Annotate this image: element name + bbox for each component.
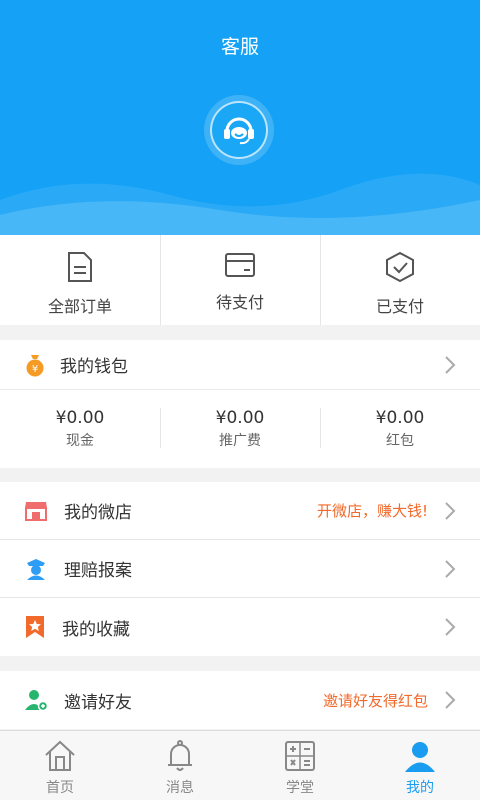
shop-icon <box>25 501 47 521</box>
invite-friends-item[interactable]: 邀请好友 邀请好友得红包 <box>0 671 480 729</box>
chevron-right-icon <box>445 691 456 709</box>
tab-school-label: 学堂 <box>286 780 314 796</box>
my-favorites-item[interactable]: 我的收藏 <box>0 598 480 656</box>
headset-icon <box>224 117 254 145</box>
paid-orders-label: 已支付 <box>375 297 424 316</box>
svg-text:¥: ¥ <box>32 364 38 375</box>
officer-icon <box>27 558 45 580</box>
my-shop-label: 我的微店 <box>64 503 132 523</box>
wallet-section: ¥ 我的钱包 ¥0.00 现金 ¥0.00 推广费 ¥0.00 红包 <box>0 340 480 468</box>
invite-user-icon <box>25 690 48 712</box>
user-icon <box>405 742 435 772</box>
money-bag-icon: ¥ <box>26 354 44 376</box>
claim-report-label: 理赔报案 <box>64 561 132 581</box>
chevron-right-icon <box>445 559 456 578</box>
tab-messages[interactable]: 消息 <box>120 731 240 800</box>
my-shop-hint: 开微店，赚大钱! <box>316 502 428 520</box>
header: 客服 <box>0 0 480 235</box>
pending-payment-label: 待支付 <box>215 293 264 312</box>
invite-friends-hint: 邀请好友得红包 <box>322 691 428 710</box>
order-shortcuts: 全部订单 待支付 已支付 <box>0 235 480 325</box>
chevron-right-icon <box>445 501 456 520</box>
bookmark-star-icon <box>26 616 44 638</box>
cash-caption: 现金 <box>66 432 94 449</box>
cash-amount: ¥0.00 <box>55 407 105 428</box>
promotion-fee-amount: ¥0.00 <box>215 407 265 428</box>
my-shop-item[interactable]: 我的微店 开微店，赚大钱! <box>0 482 480 540</box>
document-icon <box>68 252 92 282</box>
tab-home[interactable]: 首页 <box>0 731 120 800</box>
wave-decoration <box>0 173 480 235</box>
home-icon <box>45 740 75 771</box>
tab-school[interactable]: 学堂 <box>240 731 360 800</box>
wallet-title: 我的钱包 <box>60 357 128 377</box>
tab-mine-label: 我的 <box>406 780 434 796</box>
all-orders-button[interactable]: 全部订单 <box>0 235 160 325</box>
chevron-right-icon <box>445 355 456 374</box>
page-title: 客服 <box>220 36 259 58</box>
promotion-fee-caption: 推广费 <box>219 432 261 449</box>
chevron-right-icon <box>445 618 456 636</box>
invite-group: 邀请好友 邀请好友得红包 <box>0 671 480 729</box>
promotion-fee-balance[interactable]: ¥0.00 推广费 <box>160 390 320 467</box>
check-shield-icon <box>386 251 414 283</box>
tab-messages-label: 消息 <box>166 780 194 796</box>
my-favorites-label: 我的收藏 <box>62 619 130 640</box>
red-packet-balance[interactable]: ¥0.00 红包 <box>320 390 480 467</box>
bottom-tab-bar: 首页 消息 学堂 我的 <box>0 730 480 800</box>
all-orders-label: 全部订单 <box>47 297 112 316</box>
red-packet-amount: ¥0.00 <box>375 407 425 428</box>
calculator-icon <box>285 741 315 771</box>
card-icon <box>225 253 255 277</box>
red-packet-caption: 红包 <box>386 432 414 449</box>
cash-balance[interactable]: ¥0.00 现金 <box>0 390 160 467</box>
tab-home-label: 首页 <box>46 780 74 796</box>
invite-friends-label: 邀请好友 <box>64 692 132 713</box>
menu-group: 我的微店 开微店，赚大钱! 理赔报案 我的收藏 <box>0 482 480 656</box>
tab-mine[interactable]: 我的 <box>360 731 480 800</box>
claim-report-item[interactable]: 理赔报案 <box>0 540 480 598</box>
paid-orders-button[interactable]: 已支付 <box>320 235 480 325</box>
wallet-row[interactable]: ¥ 我的钱包 <box>0 340 480 390</box>
bell-icon <box>168 740 192 771</box>
pending-payment-button[interactable]: 待支付 <box>160 235 320 325</box>
